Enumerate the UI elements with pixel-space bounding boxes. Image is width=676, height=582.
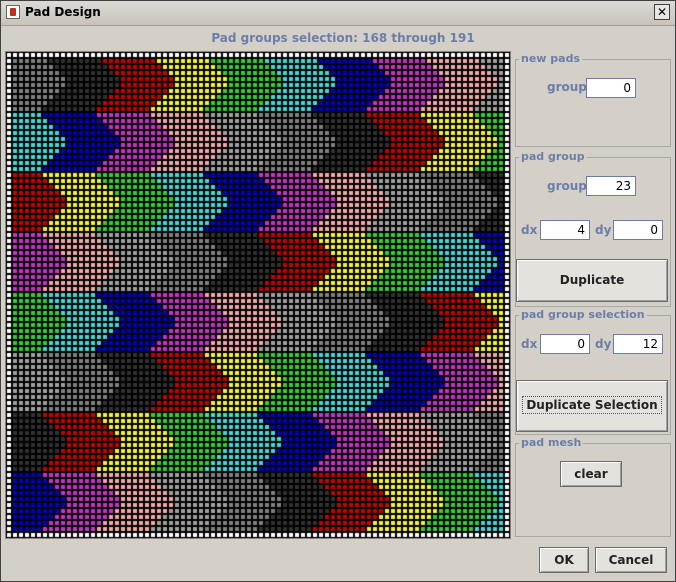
selection-dx-label: dx — [521, 337, 538, 351]
ok-button[interactable]: OK — [539, 547, 589, 573]
new-pads-group-input[interactable]: 0 — [586, 78, 636, 98]
pad-mesh-title: pad mesh — [519, 436, 584, 450]
pad-grid[interactable] — [5, 51, 511, 539]
pad-group-group-input[interactable]: 23 — [586, 176, 636, 196]
pad-group-dy-label: dy — [595, 223, 612, 237]
pad-group-panel: pad group group 23 dx 4 dy 0 Duplicate — [515, 150, 671, 307]
pad-mesh-panel: pad mesh clear — [515, 436, 671, 537]
duplicate-selection-button[interactable]: Duplicate Selection — [516, 380, 668, 432]
title-bar[interactable]: Pad Design ✕ — [1, 1, 675, 26]
pad-group-dy-input[interactable]: 0 — [613, 220, 663, 240]
cancel-button[interactable]: Cancel — [595, 547, 667, 573]
selection-dy-input[interactable]: 12 — [613, 334, 663, 354]
pad-group-dx-input[interactable]: 4 — [540, 220, 590, 240]
selection-dx-input[interactable]: 0 — [540, 334, 590, 354]
pad-group-group-label: group — [547, 179, 587, 193]
duplicate-button[interactable]: Duplicate — [516, 259, 668, 302]
clear-button[interactable]: clear — [560, 461, 622, 487]
new-pads-title: new pads — [519, 52, 583, 66]
new-pads-panel: new pads group 0 — [515, 52, 671, 147]
pad-group-selection-panel: pad group selection dx 0 dy 12 Duplicate… — [515, 308, 671, 435]
duplicate-selection-label: Duplicate Selection — [522, 396, 662, 414]
pad-group-dx-label: dx — [521, 223, 538, 237]
selection-status: Pad groups selection: 168 through 191 — [211, 31, 475, 45]
window-title: Pad Design — [25, 5, 101, 19]
close-button[interactable]: ✕ — [654, 4, 670, 20]
pad-grid-canvas[interactable] — [6, 52, 510, 538]
pad-design-window: Pad Design ✕ Pad groups selection: 168 t… — [0, 0, 676, 582]
selection-dy-label: dy — [595, 337, 612, 351]
java-cup-icon — [6, 5, 20, 19]
pad-group-title: pad group — [519, 150, 587, 164]
new-pads-group-label: group — [547, 80, 587, 94]
pad-group-selection-title: pad group selection — [519, 308, 647, 322]
